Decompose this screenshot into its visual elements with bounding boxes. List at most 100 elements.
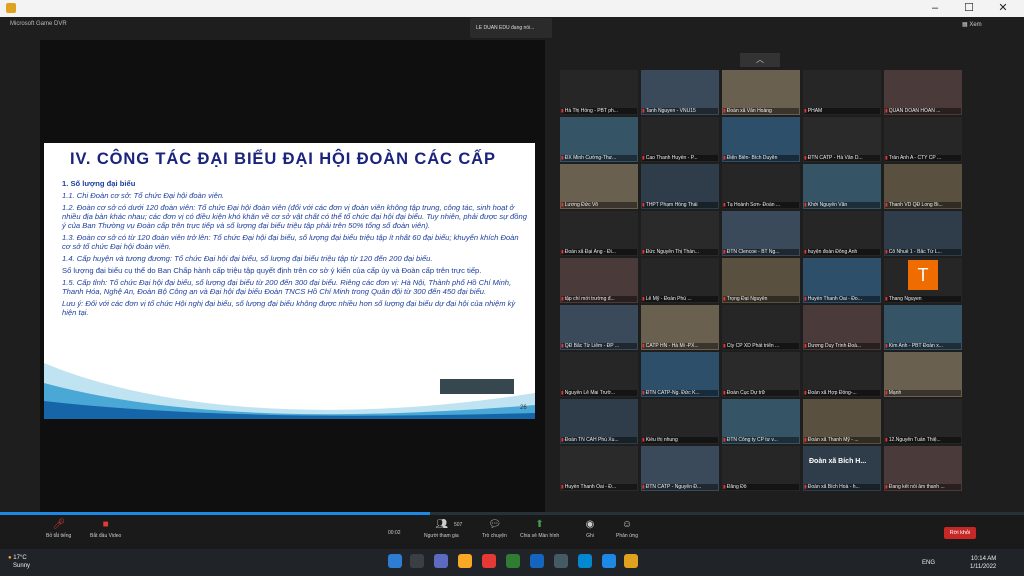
participant-tile[interactable]: ▮Thanh VD QĐ Long Bi... [884,164,962,209]
participant-tile[interactable]: ▮Thang Nguyen T [884,258,962,303]
record-button[interactable]: ◉ Ghi [584,520,596,540]
mic-muted-icon: ▮ [723,296,726,302]
participant-tile[interactable]: ▮Lê Mỹ - Đoàn Phú ... [641,258,719,303]
participant-tile[interactable]: ▮Nguyễn Lê Mai Trườ... [560,352,638,397]
participant-name: ▮Cty CP XD Phát triển ... [723,343,799,349]
participant-tile[interactable]: ▮Đức Nguyễn Thị Thàn... [641,211,719,256]
participant-tile[interactable]: ▮Hà Thị Hồng - PBT ph... [560,70,638,115]
excel-icon[interactable] [506,554,520,568]
participant-name-text: QUAN DOAN HOAN ... [888,108,941,114]
participant-tile[interactable]: ▮CATP HN - Hà Mi -PX... [641,305,719,350]
language-indicator[interactable]: ENG [922,560,935,566]
view-button[interactable]: ▦ Xem [962,21,982,28]
mic-muted-icon: ▮ [642,202,645,208]
participant-tile[interactable]: ▮Huyền Thanh Oai - Đ... [560,446,638,491]
participant-name: ▮ĐTN Clencoe - BT Ng... [723,249,799,255]
participant-tile[interactable]: ▮Đang kết nối âm thanh ... [884,446,962,491]
participant-tile[interactable]: ▮Đoàn xã Hợp Đồng-... [803,352,881,397]
participant-tile[interactable]: ▮Đoàn xã Bích Hoà - h... Đoàn xã Bích H..… [803,446,881,491]
mic-muted-icon: ▮ [642,249,645,255]
participant-tile[interactable]: ▮THPT Phạm Hồng Thái [641,164,719,209]
system-clock[interactable]: 10:14 AM 1/11/2022 [970,555,996,571]
participant-tile[interactable]: ▮ĐTN CATP-Ng. Đức K... [641,352,719,397]
file-explorer-icon[interactable] [458,554,472,568]
participant-tile[interactable]: ▮Đoàn Cục Dự trữ [722,352,800,397]
share-screen-icon: ⬆ [535,519,544,530]
chat-label: Trò chuyện [482,533,507,539]
participant-tile[interactable]: ▮PHAM [803,70,881,115]
participant-tile[interactable]: ▮Tạ Hoành Sơn- Đoàn ... [722,164,800,209]
participant-tile[interactable]: ▮Huyền Thanh Oai - Đo... [803,258,881,303]
word-icon[interactable] [530,554,544,568]
participant-tile[interactable]: ▮Khởi Nguyễn Văn [803,164,881,209]
maximize-button[interactable]: ☐ [952,1,986,16]
chat-button[interactable]: 💬︎ Trò chuyện [482,520,507,540]
participant-tile[interactable]: ▮Cao Thanh Huyền - P... [641,117,719,162]
participant-name: ▮QUAN DOAN HOAN ... [885,108,961,114]
app-icon-generic[interactable] [554,554,568,568]
participant-name: ▮Khởi Nguyễn Văn [804,202,880,208]
participant-tile[interactable]: ▮ĐTN Công ty CP tư v... [722,399,800,444]
participant-tile[interactable]: ▮Đoàn xã Văn Hoàng [722,70,800,115]
participant-tile[interactable]: ▮ĐTN CATP - Hà Văn D... [803,117,881,162]
participant-tile[interactable]: ▮QUAN DOAN HOAN ... [884,70,962,115]
participant-tile[interactable]: ▮ĐX Minh Cường-Thư... [560,117,638,162]
participant-name: ▮huyện đoàn Đông Anh [804,249,880,255]
weather-widget[interactable]: ● 17°C Sunny [8,554,30,570]
participant-tile[interactable]: ▮Đoàn xã Đại Áng - Đi... [560,211,638,256]
participant-name-text: Khởi Nguyễn Văn [807,202,848,208]
reactions-button[interactable]: ☺ Phản ứng [616,520,638,540]
minimize-button[interactable]: – [918,1,952,16]
participant-tile[interactable]: ▮12.Nguyễn Tuấn Thiệ... [884,399,962,444]
teams-chat-icon[interactable] [434,554,448,568]
participant-name-text: Đoàn Cục Dự trữ [726,390,766,396]
participant-tile[interactable]: ▮Kiều thị nhung [641,399,719,444]
participant-tile[interactable]: ▮Lương Đức Võ [560,164,638,209]
participant-name-text: Đoàn xã Đại Áng - Đi... [564,249,616,255]
participant-tile[interactable]: ▮Kim Anh - PBT Đoàn x... [884,305,962,350]
gallery-scroll-up-button[interactable]: ︿ [740,53,780,67]
participant-tile[interactable]: ▮QĐ Bắc Từ Liêm - ĐP ... [560,305,638,350]
mic-muted-icon: ▮ [642,155,645,161]
edge-icon[interactable] [578,554,592,568]
meeting-timer: 00:02 [388,530,401,536]
participant-name-text: 12.Nguyễn Tuấn Thiệ... [888,437,941,443]
chrome-icon[interactable] [482,554,496,568]
share-screen-button[interactable]: ⬆ Chia sẻ Màn hình [520,519,560,540]
participant-name: ▮Nguyễn Lê Mai Trườ... [561,390,637,396]
participant-tile[interactable]: ▮Trọng Đạt Nguyễn [722,258,800,303]
participant-name-text: Đăng Đỗ [726,484,747,490]
participant-tile[interactable]: ▮Tanh Nguyen - VNU15 [641,70,719,115]
participant-tile[interactable]: ▮Điện Biên- Bích Duyên [722,117,800,162]
participant-tile[interactable]: ▮Đoàn TN CAH Phú Xu... [560,399,638,444]
participant-name-text: huyện đoàn Đông Anh [807,249,858,255]
participant-tile[interactable]: ▮tập chí mới trường đ... [560,258,638,303]
mic-muted-icon: ▮ [804,343,807,349]
start-icon[interactable] [388,554,402,568]
game-dvr-taskbar-icon[interactable] [624,554,638,568]
participant-tile[interactable]: ▮ĐTN Clencoe - BT Ng... [722,211,800,256]
participant-tile[interactable]: ▮ĐTN CATP - Nguyễn Đ... [641,446,719,491]
mic-muted-icon: ▮ [642,108,645,114]
participant-tile[interactable]: ▮Đoàn xã Thanh Mỹ - ... [803,399,881,444]
participant-name-text: Đoàn xã Thanh Mỹ - ... [807,437,859,443]
start-video-button[interactable]: ■ Bắt đầu Video [90,520,121,540]
participant-tile[interactable]: ▮Trần Anh A - CTY CP ... [884,117,962,162]
participant-tile[interactable]: ▮Dương Duy Trinh Đoà... [803,305,881,350]
leave-button[interactable]: Rời khỏi [944,527,976,539]
participant-tile[interactable]: ▮Đăng Đỗ [722,446,800,491]
close-button[interactable]: ✕ [986,1,1020,16]
mute-button[interactable]: 🎤︎ Bỏ tắt tiếng [46,520,71,540]
participant-name: ▮Kim Anh - PBT Đoàn x... [885,343,961,349]
search-icon[interactable] [410,554,424,568]
participant-tile[interactable]: ▮Cổ Nhuế 1 - Bắc Từ L... [884,211,962,256]
participant-name: ▮Cổ Nhuế 1 - Bắc Từ L... [885,249,961,255]
participant-name: ▮Huyền Thanh Oai - Đo... [804,296,880,302]
share-label: Chia sẻ Màn hình [520,533,560,539]
participant-tile[interactable]: ▮Mạnh [884,352,962,397]
participant-tile[interactable]: ▮huyện đoàn Đông Anh [803,211,881,256]
participant-name-text: Kim Anh - PBT Đoàn x... [888,343,943,349]
participant-name-text: Cty CP XD Phát triển ... [726,343,780,349]
zoom-icon[interactable] [602,554,616,568]
participant-tile[interactable]: ▮Cty CP XD Phát triển ... [722,305,800,350]
